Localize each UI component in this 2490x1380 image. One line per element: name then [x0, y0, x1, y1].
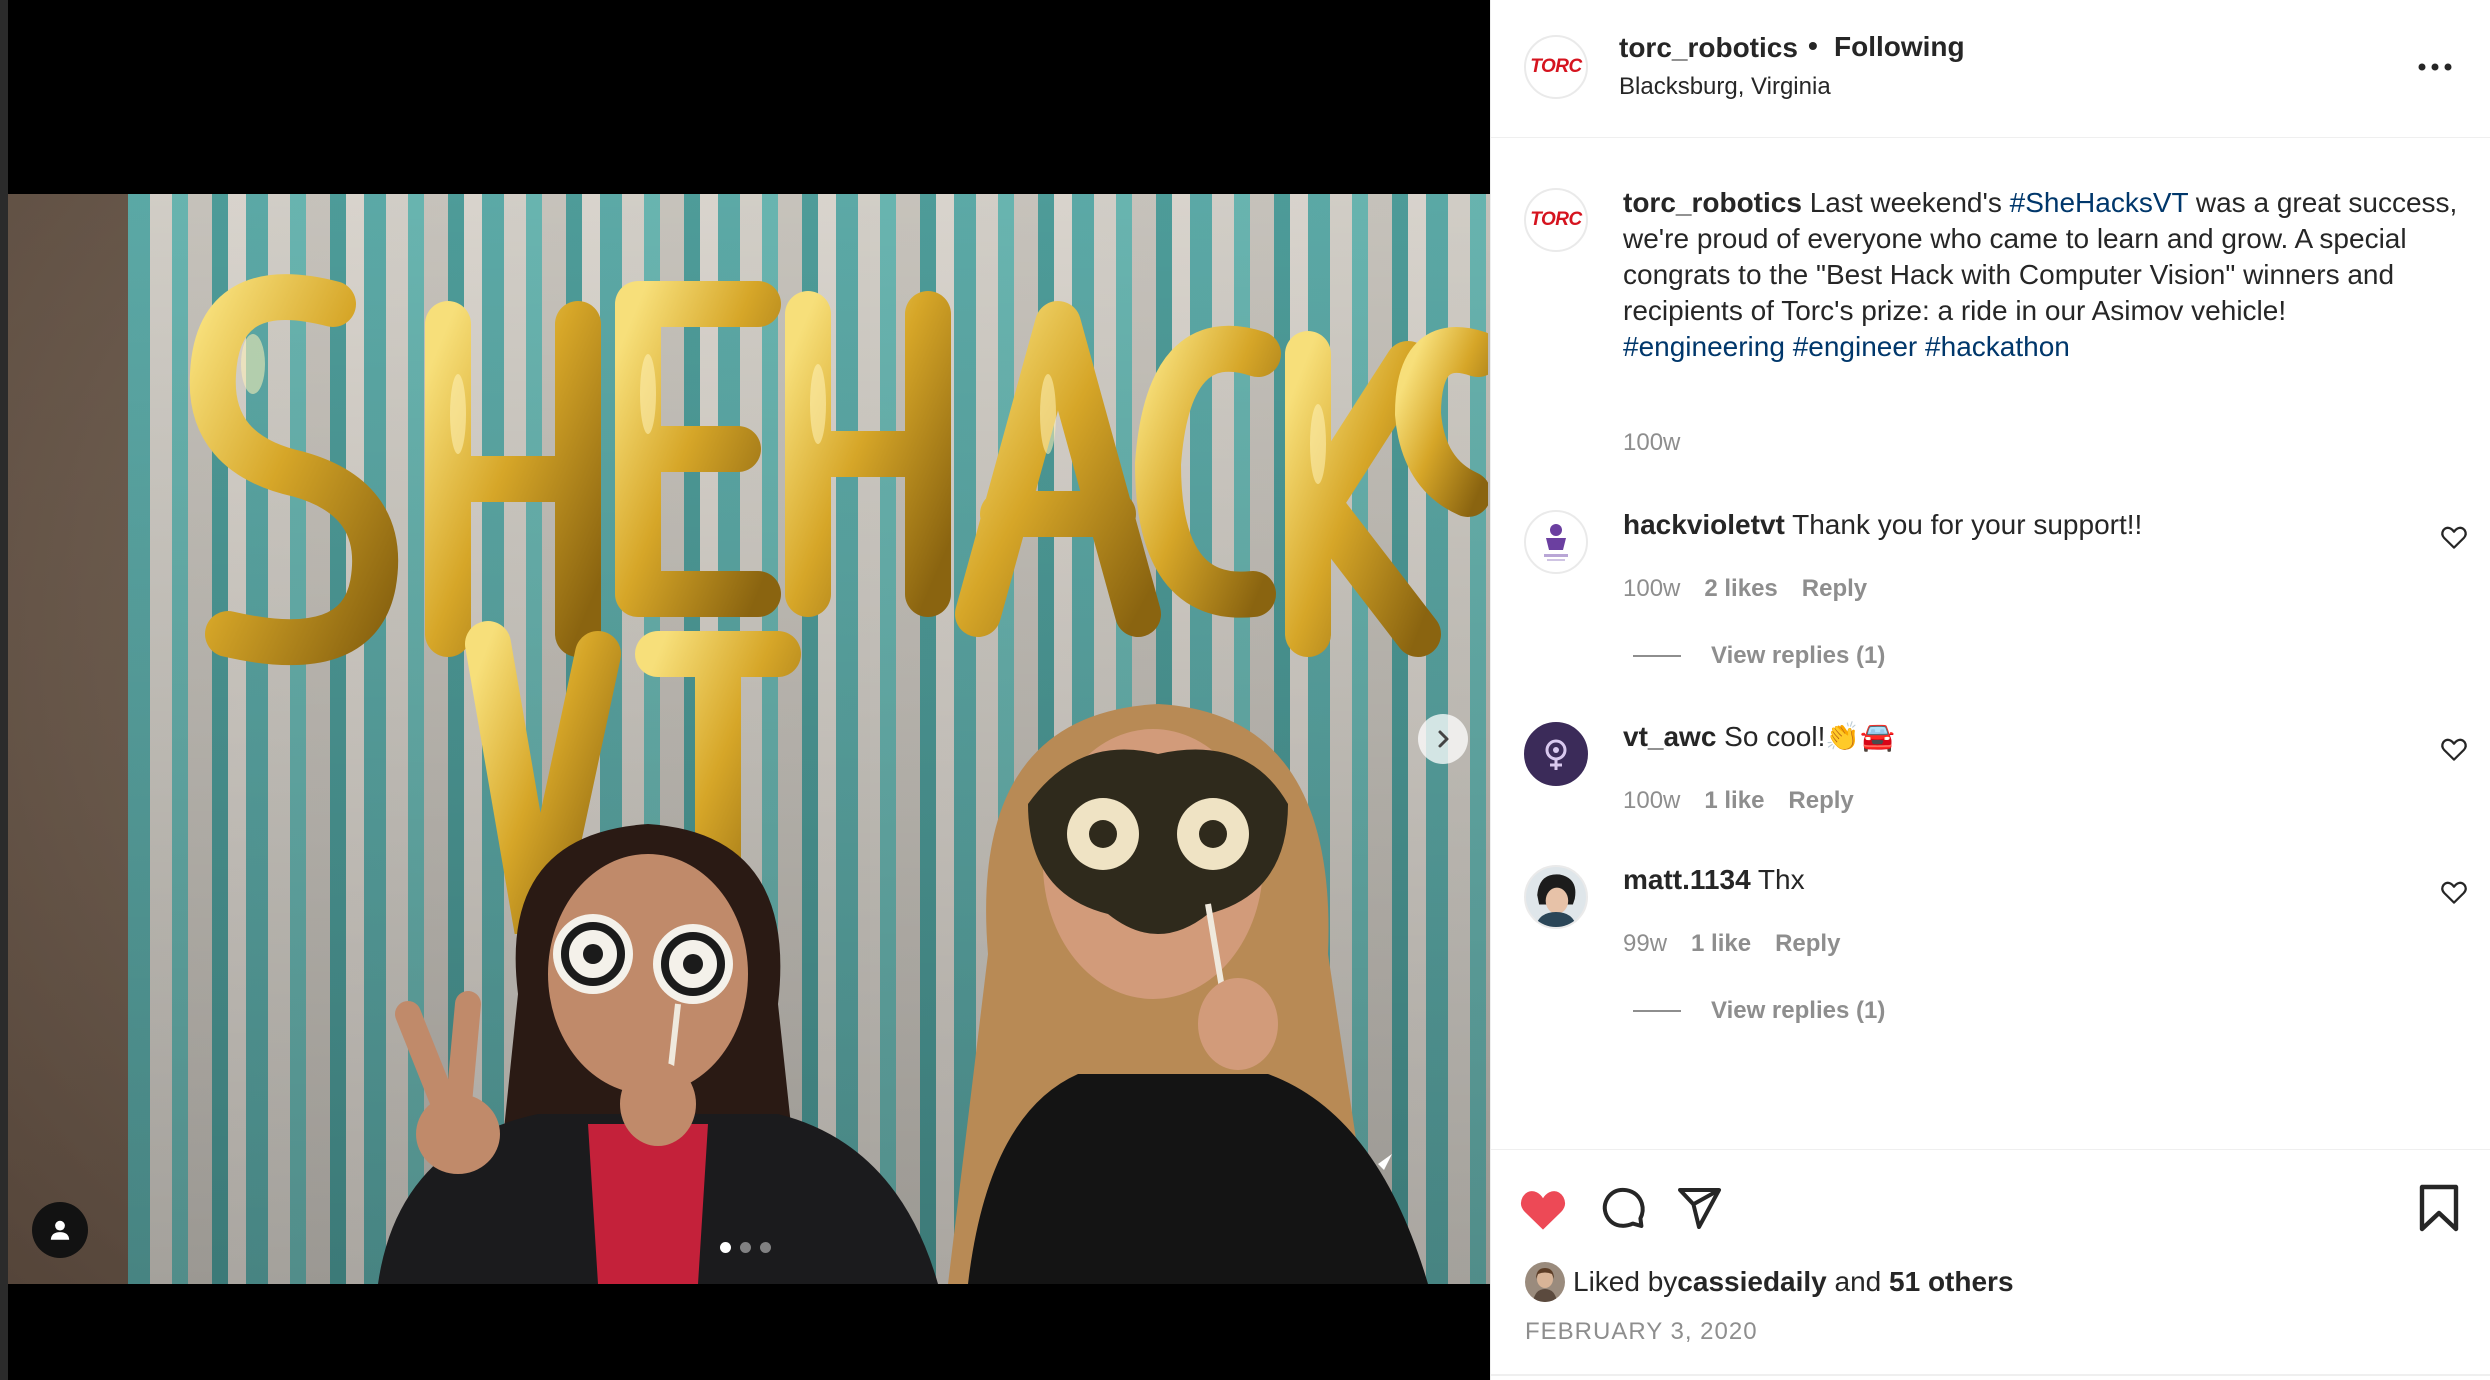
- torc-logo: TORC: [1530, 209, 1582, 230]
- comment-username[interactable]: matt.1134: [1623, 864, 1751, 895]
- post-date[interactable]: FEBRUARY 3, 2020: [1525, 1318, 1758, 1346]
- send-icon: [1678, 1188, 1721, 1229]
- hashtag-engineering[interactable]: #engineering: [1623, 331, 1785, 362]
- comment-avatar-hackvioletvt[interactable]: [1524, 510, 1588, 574]
- comment-like-button[interactable]: [2439, 877, 2469, 907]
- comment-username[interactable]: vt_awc: [1623, 721, 1716, 752]
- comment-like-button[interactable]: [2439, 522, 2469, 552]
- author-avatar[interactable]: TORC: [1524, 35, 1588, 99]
- comment-meta: 100w 2 likes Reply: [1623, 575, 1867, 603]
- view-replies-button[interactable]: View replies (1): [1633, 997, 1885, 1025]
- carousel-next-button[interactable]: [1418, 714, 1468, 764]
- comment-timestamp[interactable]: 100w: [1623, 575, 1680, 603]
- liker-avatar-photo: [1525, 1262, 1565, 1302]
- header-separator: •: [1808, 30, 1818, 61]
- comment-avatar-vt-awc[interactable]: [1524, 722, 1588, 786]
- panel-bottom-divider: [1491, 1374, 2490, 1376]
- liked-by-user[interactable]: cassiedaily: [1677, 1266, 1826, 1298]
- comment-likes[interactable]: 1 like: [1691, 930, 1751, 958]
- comment-button[interactable]: [1595, 1180, 1651, 1236]
- like-button[interactable]: [1515, 1180, 1571, 1236]
- comment-timestamp[interactable]: 100w: [1623, 787, 1680, 815]
- replies-line: [1633, 655, 1681, 657]
- post-side-panel: TORC torc_robotics • Following Blacksbur…: [1490, 0, 2490, 1380]
- user-tag-icon: [50, 1220, 70, 1240]
- comments-section: TORC torc_robotics Last weekend's #SheHa…: [1491, 139, 2490, 1149]
- heart-outline-icon: [2441, 738, 2467, 761]
- share-button[interactable]: [1671, 1180, 1727, 1236]
- person-left: [338, 814, 958, 1284]
- comment-like-button[interactable]: [2439, 734, 2469, 764]
- comment-meta: 100w 1 like Reply: [1623, 787, 1854, 815]
- caption-text: torc_robotics Last weekend's #SheHacksVT…: [1623, 185, 2463, 365]
- view-replies-button[interactable]: View replies (1): [1633, 642, 1885, 670]
- comment-body: Thank you for your support!!: [1784, 509, 2143, 540]
- caption-avatar[interactable]: TORC: [1524, 188, 1588, 252]
- liked-by-middle: and: [1826, 1266, 1890, 1297]
- hashtag-hackathon[interactable]: #hackathon: [1925, 331, 2070, 362]
- comment-icon: [1602, 1187, 1645, 1228]
- hashtag-shehacksvt[interactable]: #SheHacksVT: [2010, 187, 2188, 218]
- replies-line: [1633, 1010, 1681, 1012]
- user-tags-button[interactable]: [32, 1202, 88, 1258]
- bookmark-icon: [2419, 1184, 2459, 1232]
- comment-username[interactable]: hackvioletvt: [1623, 509, 1785, 540]
- view-replies-label: View replies (1): [1711, 642, 1886, 669]
- hackviolet-logo-icon: [1544, 524, 1568, 561]
- comment-text: hackvioletvt Thank you for your support!…: [1623, 507, 2463, 543]
- comment-body: Thx: [1750, 864, 1805, 895]
- post-header: TORC torc_robotics • Following Blacksbur…: [1491, 0, 2490, 138]
- person-right: [908, 694, 1468, 1284]
- window-edge: [0, 0, 8, 1380]
- liked-by-prefix: Liked by: [1573, 1266, 1678, 1297]
- author-username[interactable]: torc_robotics: [1619, 32, 1798, 64]
- caption-meta: 100w: [1623, 429, 1680, 457]
- carousel-dot: [760, 1242, 771, 1253]
- comment-text: vt_awc So cool!👏🚘: [1623, 719, 2463, 755]
- post-location[interactable]: Blacksburg, Virginia: [1619, 73, 1831, 101]
- comment-likes[interactable]: 1 like: [1704, 787, 1764, 815]
- awc-logo-icon: [1545, 739, 1567, 770]
- more-icon: [2418, 63, 2452, 71]
- heart-outline-icon: [2441, 526, 2467, 549]
- caption-username[interactable]: torc_robotics: [1623, 187, 1802, 218]
- liked-by: Liked by cassiedaily and 51 others: [1525, 1262, 2014, 1302]
- heart-outline-icon: [2441, 881, 2467, 904]
- matt-avatar-photo: [1526, 867, 1586, 927]
- caption-timestamp[interactable]: 100w: [1623, 429, 1680, 457]
- comment-body: So cool!👏🚘: [1716, 721, 1896, 752]
- comment-likes[interactable]: 2 likes: [1704, 575, 1777, 603]
- torc-logo: TORC: [1530, 56, 1582, 77]
- comment-timestamp[interactable]: 99w: [1623, 930, 1667, 958]
- post-actions: Liked by cassiedaily and 51 others FEBRU…: [1491, 1149, 2490, 1380]
- chevron-right-icon: [1438, 730, 1449, 748]
- carousel-dot: [720, 1242, 731, 1253]
- view-replies-label: View replies (1): [1711, 997, 1886, 1024]
- hashtag-engineer[interactable]: #engineer: [1793, 331, 1918, 362]
- post-media: [0, 0, 1490, 1380]
- more-options-button[interactable]: [2413, 52, 2457, 82]
- comment-reply-button[interactable]: Reply: [1775, 930, 1840, 958]
- comment-reply-button[interactable]: Reply: [1788, 787, 1853, 815]
- comment-meta: 99w 1 like Reply: [1623, 930, 1840, 958]
- carousel-indicator: [720, 1242, 771, 1253]
- comment-reply-button[interactable]: Reply: [1802, 575, 1867, 603]
- post-photo: [8, 194, 1490, 1284]
- save-button[interactable]: [2411, 1180, 2467, 1236]
- liker-avatar[interactable]: [1525, 1262, 1565, 1302]
- carousel-dot: [740, 1242, 751, 1253]
- heart-icon: [1520, 1191, 1566, 1230]
- comment-avatar-matt-1134[interactable]: [1524, 865, 1588, 929]
- comment-text: matt.1134 Thx: [1623, 862, 2463, 898]
- liked-by-others[interactable]: 51 others: [1889, 1266, 2014, 1298]
- following-button[interactable]: Following: [1834, 31, 1965, 63]
- caption-body-part: Last weekend's: [1801, 187, 2010, 218]
